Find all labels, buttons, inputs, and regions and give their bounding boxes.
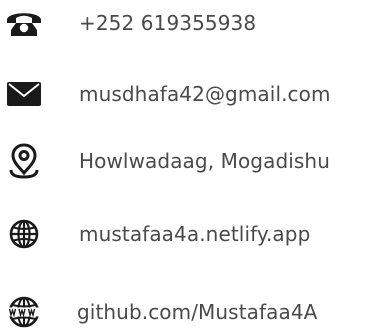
email-address[interactable]: musdhafa42@gmail.com xyxy=(79,74,331,114)
globe-www-icon xyxy=(2,292,46,332)
contact-phone: +252 619355938 xyxy=(0,3,374,43)
contact-location: Howlwadaag, Mogadishu xyxy=(0,141,374,181)
website-link[interactable]: mustafaa4a.netlify.app xyxy=(79,214,310,254)
contact-list: +252 619355938 musdhafa42@gmail.com Howl… xyxy=(0,0,374,331)
envelope-icon xyxy=(2,74,46,114)
github-link[interactable]: github.com/Mustafaa4A xyxy=(77,292,317,332)
phone-icon xyxy=(2,3,46,43)
phone-number[interactable]: +252 619355938 xyxy=(79,3,256,43)
location-text: Howlwadaag, Mogadishu xyxy=(79,149,330,173)
contact-github: github.com/Mustafaa4A xyxy=(0,292,374,332)
location-pin-icon xyxy=(2,141,46,181)
globe-icon xyxy=(2,214,46,254)
contact-email: musdhafa42@gmail.com xyxy=(0,74,374,114)
contact-website: mustafaa4a.netlify.app xyxy=(0,214,374,254)
